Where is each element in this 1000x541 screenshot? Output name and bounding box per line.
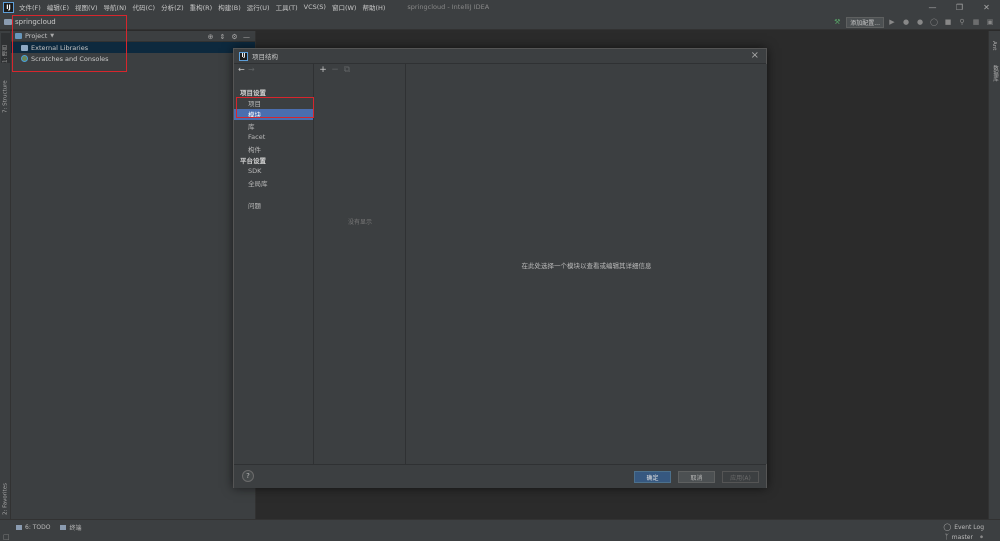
project-structure-icon[interactable]: ▦ bbox=[970, 16, 982, 28]
menu-window[interactable]: 窗口(W) bbox=[332, 2, 357, 12]
terminal-icon bbox=[60, 525, 67, 530]
lock-icon[interactable]: ⚫ bbox=[979, 534, 984, 541]
sidebar-item-facets[interactable]: Facet bbox=[234, 132, 313, 144]
menu-refactor[interactable]: 重构(R) bbox=[190, 2, 213, 12]
todo-tab-label: 6: TODO bbox=[25, 524, 51, 531]
empty-list-text: 没有显示 bbox=[347, 219, 372, 226]
module-detail-panel: 在此处选择一个模块以查看或编辑其详细信息 bbox=[406, 64, 767, 464]
list-icon bbox=[16, 525, 22, 530]
menu-view[interactable]: 视图(V) bbox=[75, 2, 98, 12]
structure-tool-tab-label: 7: Structure bbox=[2, 80, 9, 113]
add-configuration-button[interactable]: 添加配置... bbox=[846, 16, 884, 28]
maximize-icon[interactable]: ❐ bbox=[946, 0, 973, 14]
event-log-tab[interactable]: ◯ Event Log bbox=[943, 523, 984, 531]
git-branch-icon: ᛉ bbox=[944, 533, 949, 541]
menu-help[interactable]: 帮助(H) bbox=[362, 2, 385, 12]
dialog-titlebar: IJ 项目结构 × bbox=[234, 49, 766, 64]
menu-analyze[interactable]: 分析(Z) bbox=[161, 2, 184, 12]
apply-button[interactable]: 应用(A) bbox=[722, 471, 759, 483]
cancel-button[interactable]: 取消 bbox=[678, 471, 715, 483]
ok-button[interactable]: 确定 bbox=[634, 471, 671, 483]
navigation-bar: springcloud ⚒ 添加配置... ▶ ● ● ◯ ■ ⚲ ▦ ▣ bbox=[0, 14, 1000, 30]
menu-build[interactable]: 构建(B) bbox=[218, 2, 241, 12]
project-settings-heading: 项目设置 bbox=[240, 88, 266, 97]
favorites-tool-tab-label: 2: Favorites bbox=[2, 483, 9, 515]
status-bar: 6: TODO 终端 ◯ Event Log ᛉ master ⚫ □ bbox=[0, 519, 1000, 541]
bottom-tool-tabs: 6: TODO 终端 bbox=[16, 523, 92, 532]
hide-panel-icon[interactable]: — bbox=[242, 32, 251, 41]
close-icon[interactable]: × bbox=[751, 50, 759, 61]
dialog-footer: ? 确定 取消 应用(A) bbox=[234, 464, 766, 488]
database-tool-tab[interactable]: 数据库 bbox=[991, 65, 999, 82]
sidebar-item-global-libraries[interactable]: 全局库 bbox=[234, 177, 313, 189]
left-tool-strip: 1: 项目 7: Structure 2: Favorites bbox=[0, 31, 11, 519]
build-hammer-icon[interactable]: ⚒ bbox=[831, 16, 843, 28]
modules-toolbar: + − ⧉ bbox=[314, 64, 405, 75]
search-icon[interactable]: ⚲ bbox=[956, 16, 968, 28]
menu-vcs[interactable]: VCS(S) bbox=[304, 3, 326, 11]
menu-navigate[interactable]: 导航(N) bbox=[104, 2, 127, 12]
platform-settings-heading: 平台设置 bbox=[240, 157, 266, 165]
event-log-icon: ◯ bbox=[943, 523, 952, 531]
sidebar-item-artifacts[interactable]: 构件 bbox=[234, 143, 313, 155]
event-log-label: Event Log bbox=[954, 523, 984, 531]
locate-icon[interactable]: ⊕ bbox=[206, 32, 215, 41]
run-icon[interactable]: ▶ bbox=[886, 16, 898, 28]
copy-icon[interactable]: ⧉ bbox=[341, 65, 353, 75]
highlight-box-modules bbox=[236, 97, 314, 118]
git-branch-label: master bbox=[951, 533, 973, 541]
menu-code[interactable]: 代码(C) bbox=[132, 2, 155, 12]
tool-windows-toggle-icon[interactable]: □ bbox=[3, 533, 10, 541]
highlight-box-project bbox=[12, 15, 127, 72]
modules-list-panel: + − ⧉ 没有显示 bbox=[314, 64, 406, 464]
sidebar-item-libraries[interactable]: 库 bbox=[234, 120, 313, 132]
main-toolbar: ⚒ 添加配置... ▶ ● ● ◯ ■ ⚲ ▦ ▣ bbox=[829, 15, 996, 29]
menu-file[interactable]: 文件(F) bbox=[19, 2, 41, 12]
add-icon[interactable]: + bbox=[317, 65, 329, 75]
profile-icon[interactable]: ◯ bbox=[928, 16, 940, 28]
ant-tool-tab[interactable]: Ant bbox=[991, 41, 997, 50]
window-title: springcloud - IntelliJ IDEA bbox=[407, 3, 490, 11]
menu-tools[interactable]: 工具(T) bbox=[276, 2, 298, 12]
stop-icon[interactable]: ■ bbox=[942, 16, 954, 28]
folder-icon bbox=[4, 18, 12, 25]
collapse-all-icon[interactable]: ⇕ bbox=[218, 32, 227, 41]
minimize-icon[interactable]: — bbox=[919, 0, 946, 14]
intellij-logo-icon: IJ bbox=[3, 1, 14, 13]
menu-run[interactable]: 运行(U) bbox=[247, 2, 270, 12]
remove-icon[interactable]: − bbox=[329, 65, 341, 75]
project-panel: Project ▼ ⊕ ⇕ ⚙ — External Libraries Scr… bbox=[11, 31, 256, 519]
structure-tool-tab[interactable]: 7: Structure bbox=[1, 73, 10, 113]
history-nav: ← → bbox=[234, 64, 313, 75]
menu-bar: IJ 文件(F) 编辑(E) 视图(V) 导航(N) 代码(C) 分析(Z) 重… bbox=[0, 0, 1000, 14]
project-panel-actions: ⊕ ⇕ ⚙ — bbox=[203, 31, 251, 42]
help-button[interactable]: ? bbox=[242, 470, 254, 482]
git-branch-widget[interactable]: ᛉ master ⚫ bbox=[945, 533, 984, 541]
coverage-icon[interactable]: ● bbox=[914, 16, 926, 28]
detail-placeholder-text: 在此处选择一个模块以查看或编辑其详细信息 bbox=[521, 262, 652, 270]
todo-tool-tab[interactable]: 6: TODO bbox=[16, 524, 50, 531]
terminal-tool-tab[interactable]: 终端 bbox=[60, 523, 82, 532]
dialog-sidebar: ← → 项目设置 项目 模块 库 Facet 构件 平台设置 SDK 全局库 问… bbox=[234, 64, 314, 464]
sidebar-item-sdks[interactable]: SDK bbox=[234, 166, 313, 178]
menu-edit[interactable]: 编辑(E) bbox=[47, 2, 69, 12]
debug-icon[interactable]: ● bbox=[900, 16, 912, 28]
dialog-title: 项目结构 bbox=[252, 53, 278, 61]
window-controls: — ❐ ✕ bbox=[919, 0, 1000, 14]
gear-icon[interactable]: ⚙ bbox=[230, 32, 239, 41]
project-tool-tab-label: 1: 项目 bbox=[2, 44, 9, 63]
intellij-logo-icon: IJ bbox=[239, 51, 248, 61]
terminal-tab-label: 终端 bbox=[69, 525, 82, 532]
back-arrow-icon[interactable]: ← bbox=[238, 65, 248, 74]
right-tool-strip: Ant 数据库 bbox=[988, 31, 1000, 519]
close-window-icon[interactable]: ✕ bbox=[973, 0, 1000, 14]
project-tool-tab[interactable]: 1: 项目 bbox=[1, 33, 10, 63]
layout-icon[interactable]: ▣ bbox=[984, 16, 996, 28]
sidebar-item-problems[interactable]: 问题 bbox=[234, 200, 313, 212]
forward-arrow-icon[interactable]: → bbox=[248, 65, 258, 74]
favorites-tool-tab[interactable]: 2: Favorites bbox=[1, 471, 10, 515]
